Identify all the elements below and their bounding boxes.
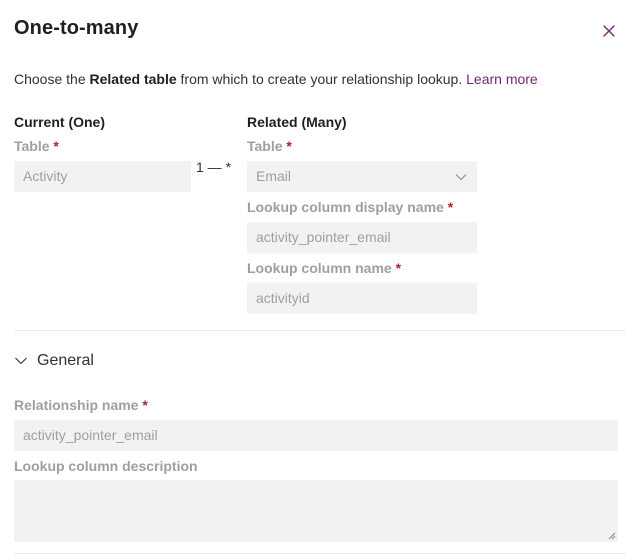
lookup-column-name-field[interactable]: activityid <box>247 283 477 314</box>
current-table-label-text: Table <box>14 138 50 154</box>
resize-grip-icon[interactable] <box>608 532 616 540</box>
lookup-description-textarea[interactable] <box>14 480 618 542</box>
intro-bold: Related table <box>89 71 177 87</box>
general-section-toggle[interactable]: General <box>14 349 94 373</box>
related-table-select[interactable]: Email <box>247 161 477 192</box>
required-marker: * <box>447 199 454 215</box>
related-table-label-text: Table <box>247 138 283 154</box>
relationship-name-field[interactable]: activity_pointer_email <box>14 420 618 451</box>
bottom-divider <box>14 553 626 554</box>
general-section-label: General <box>37 352 94 369</box>
cardinality-indicator: 1 — * <box>196 159 232 175</box>
one-to-many-dialog: One-to-many Choose the Related table fro… <box>0 0 634 560</box>
required-marker: * <box>53 138 59 154</box>
intro-suffix: from which to create your relationship l… <box>176 71 467 87</box>
required-marker: * <box>395 260 402 276</box>
intro-prefix: Choose the <box>14 71 90 87</box>
close-icon <box>598 20 620 42</box>
required-marker: * <box>142 397 148 413</box>
lookup-column-name-label-text: Lookup column name <box>247 260 392 276</box>
chevron-down-icon <box>14 354 28 368</box>
current-table-field[interactable]: Activity <box>14 161 191 192</box>
dialog-title: One-to-many <box>14 17 139 39</box>
relationship-name-label: Relationship name * <box>14 397 148 413</box>
related-heading: Related (Many) <box>247 114 347 130</box>
relationship-name-label-text: Relationship name <box>14 397 139 413</box>
learn-more-link[interactable]: Learn more <box>466 71 538 87</box>
lookup-display-name-label-text: Lookup column display name <box>247 199 444 215</box>
close-button[interactable] <box>598 20 620 42</box>
section-divider <box>14 330 626 331</box>
chevron-down-icon <box>454 170 468 184</box>
lookup-display-name-label: Lookup column display name * <box>247 199 453 215</box>
lookup-display-name-field[interactable]: activity_pointer_email <box>247 222 477 253</box>
related-table-value: Email <box>256 168 292 184</box>
related-table-label: Table * <box>247 138 292 154</box>
current-heading: Current (One) <box>14 114 105 130</box>
current-table-label: Table * <box>14 138 59 154</box>
intro-text: Choose the Related table from which to c… <box>14 71 538 87</box>
required-marker: * <box>286 138 292 154</box>
lookup-description-label: Lookup column description <box>14 458 198 474</box>
lookup-column-name-label: Lookup column name * <box>247 260 401 276</box>
